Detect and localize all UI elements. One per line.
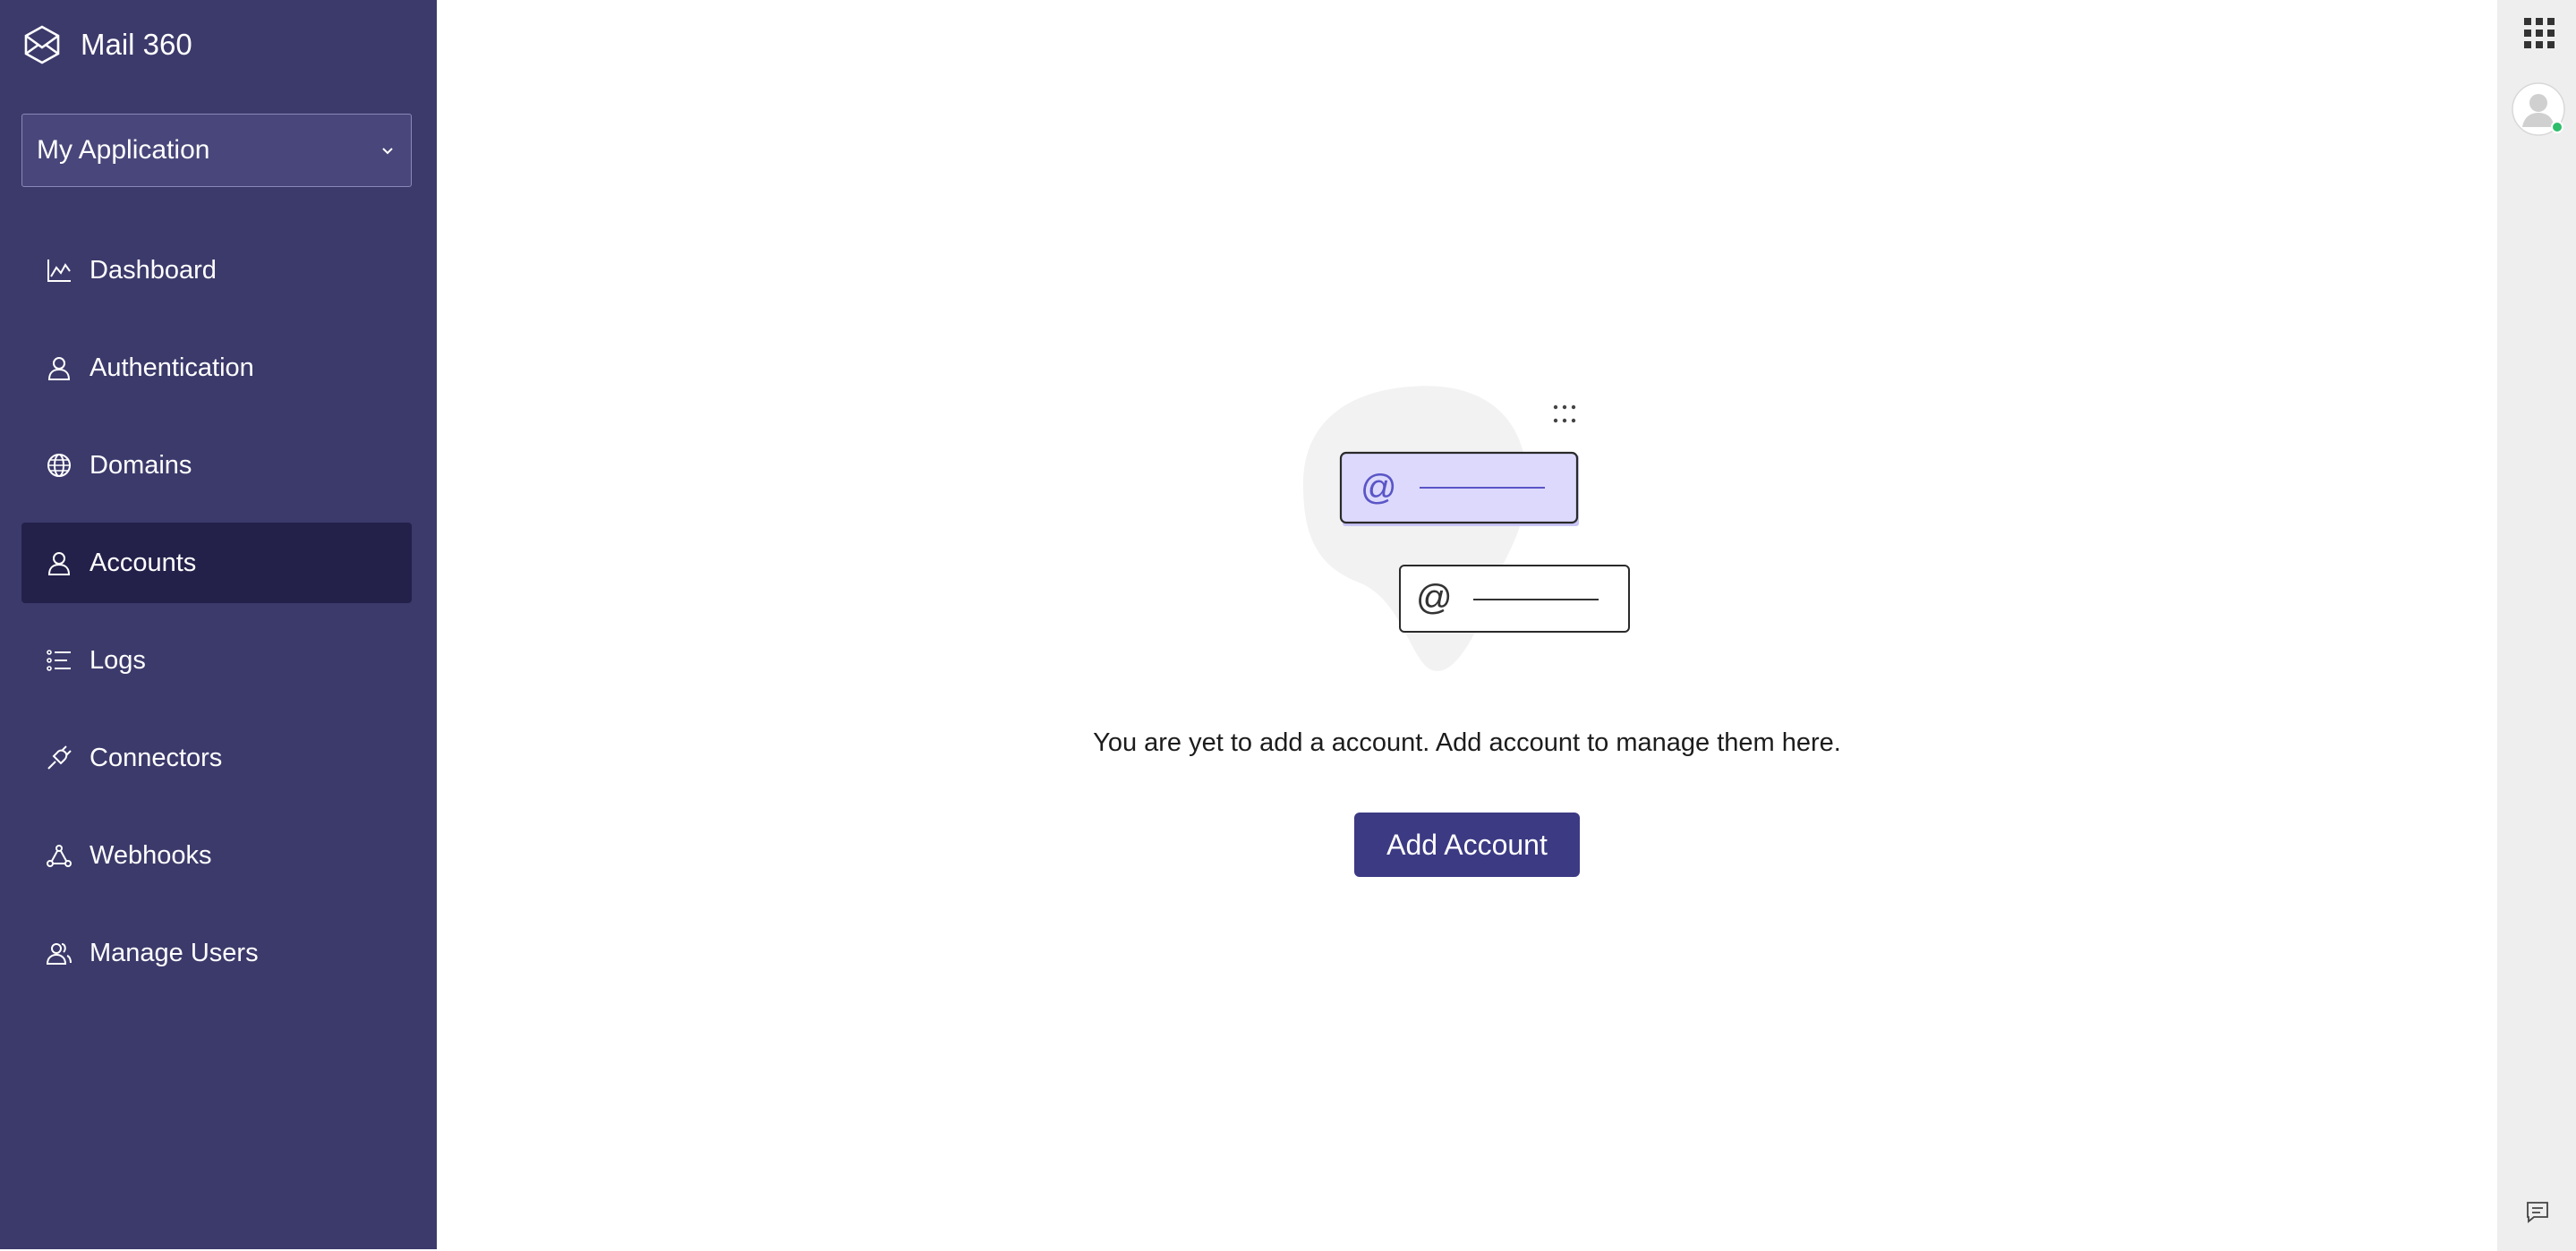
app-name: Mail 360 <box>81 28 192 61</box>
list-icon <box>47 650 71 671</box>
webhook-icon <box>47 845 72 867</box>
sidebar-item-authentication[interactable]: Authentication <box>21 328 412 408</box>
user-avatar[interactable] <box>2512 82 2565 136</box>
plug-icon <box>47 745 72 770</box>
user-icon <box>47 552 71 575</box>
sidebar-item-logs[interactable]: Logs <box>21 620 412 701</box>
sidebar-item-label: Dashboard <box>90 255 217 285</box>
sidebar-item-label: Domains <box>90 450 192 480</box>
chart-icon <box>47 260 71 282</box>
sidebar-nav: Dashboard Authentication Domains Account… <box>21 230 412 1010</box>
online-status-indicator <box>2551 121 2563 133</box>
add-account-button[interactable]: Add Account <box>1354 813 1580 877</box>
sidebar-item-domains[interactable]: Domains <box>21 425 412 506</box>
sidebar-item-webhooks[interactable]: Webhooks <box>21 815 412 896</box>
mail-360-logo-icon <box>24 25 60 64</box>
user-icon <box>47 357 71 380</box>
users-icon <box>46 943 72 965</box>
feedback-icon[interactable] <box>2525 1199 2550 1224</box>
sidebar-item-label: Manage Users <box>90 938 259 967</box>
chevron-down-icon <box>382 148 393 155</box>
email-fields-illustration: @ @ <box>1303 386 1630 671</box>
sidebar: Mail 360 My Application Dashboard Authen… <box>0 0 437 1249</box>
application-select[interactable]: My Application <box>21 114 412 187</box>
globe-icon <box>47 454 71 477</box>
application-select-value: My Application <box>37 135 210 165</box>
sidebar-item-accounts[interactable]: Accounts <box>21 523 412 603</box>
sidebar-item-label: Accounts <box>90 548 197 577</box>
brand[interactable]: Mail 360 <box>21 20 192 70</box>
at-icon: @ <box>1416 578 1453 617</box>
sidebar-item-label: Connectors <box>90 743 223 772</box>
main-content: @ @ You are yet to add a account. Add ac… <box>437 0 2497 1251</box>
right-rail <box>2497 0 2576 1251</box>
sidebar-item-label: Authentication <box>90 353 254 382</box>
empty-state-message: You are yet to add a account. Add accoun… <box>1093 728 1841 757</box>
sidebar-item-dashboard[interactable]: Dashboard <box>21 230 412 311</box>
sidebar-item-manage-users[interactable]: Manage Users <box>21 913 412 993</box>
sidebar-item-label: Webhooks <box>90 840 212 870</box>
at-icon: @ <box>1361 468 1397 507</box>
sidebar-item-label: Logs <box>90 645 146 675</box>
grid-apps-icon[interactable] <box>2524 18 2555 48</box>
sidebar-item-connectors[interactable]: Connectors <box>21 718 412 798</box>
